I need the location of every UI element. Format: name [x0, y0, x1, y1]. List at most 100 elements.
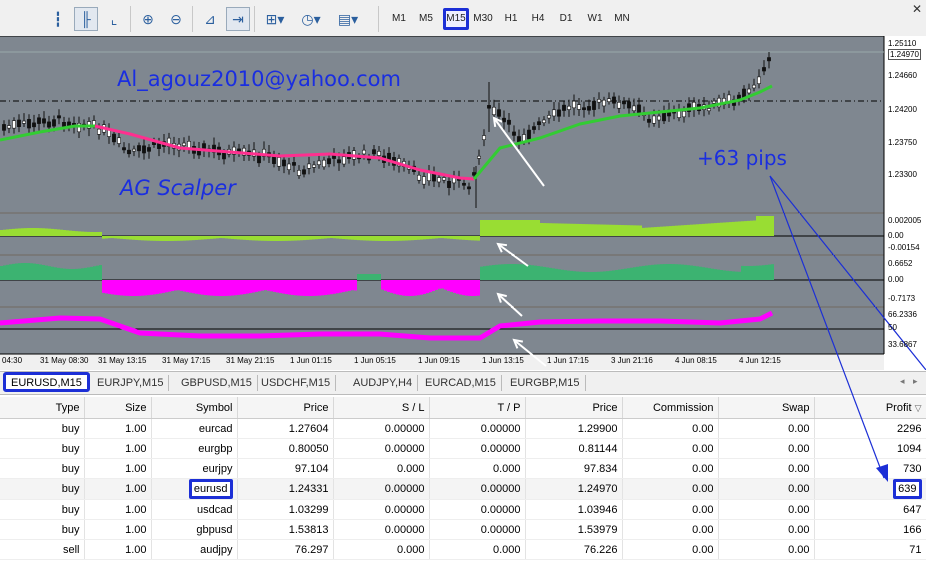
- col-header-price[interactable]: Price: [525, 397, 623, 419]
- candle-body: [512, 131, 516, 136]
- timeframe-w1[interactable]: W1: [582, 8, 608, 30]
- indicator1-bar: [597, 224, 600, 236]
- candlestick-icon[interactable]: ╟: [74, 7, 98, 31]
- cell-symbol: eurcad: [151, 418, 238, 439]
- indicator1-bar: [249, 236, 252, 241]
- cell-sl: 0.00000: [333, 499, 430, 520]
- col-header-swap[interactable]: Swap: [718, 397, 815, 419]
- candle-body: [272, 156, 276, 164]
- indicator2-bar: [18, 263, 21, 280]
- candle-body: [57, 115, 61, 119]
- indicator1-bar: [477, 236, 480, 241]
- chart-shift-icon[interactable]: ⇥: [226, 7, 250, 31]
- col-header-tp[interactable]: T / P: [429, 397, 526, 419]
- tab-eurjpy-m15[interactable]: EURJPY,M15: [92, 375, 170, 391]
- indicator2-label: -0.7173: [888, 294, 916, 303]
- indicator1-bar: [180, 236, 183, 241]
- indicator2-bar: [45, 265, 48, 280]
- col-header-size[interactable]: Size: [84, 397, 152, 419]
- col-header-sl[interactable]: S / L: [333, 397, 430, 419]
- bar-chart-icon[interactable]: ┇: [46, 7, 70, 31]
- timeframe-m30[interactable]: M30: [470, 8, 496, 30]
- time-axis-label: 31 May 08:30: [40, 356, 89, 365]
- table-row[interactable]: buy 1.00 eurgbp 0.80050 0.00000 0.00000 0.8114…: [0, 438, 926, 459]
- col-header-commission[interactable]: Commission: [622, 397, 719, 419]
- indicator2-bar: [21, 263, 24, 280]
- indicator1-bar: [90, 231, 93, 236]
- tab-eurusd-m15[interactable]: EURUSD,M15: [3, 372, 90, 392]
- indicator2-bar: [573, 271, 576, 280]
- table-row[interactable]: buy 1.00 usdcad 1.03299 0.00000 0.00000 1.0394…: [0, 499, 926, 520]
- timeframe-mn[interactable]: MN: [609, 8, 635, 30]
- timeframe-m5[interactable]: M5: [413, 8, 439, 30]
- candle-body: [302, 169, 306, 175]
- indicator1-bar: [600, 224, 603, 236]
- autoscroll-icon[interactable]: ⊿: [198, 7, 222, 31]
- tab-usdchf-m15[interactable]: USDCHF,M15: [256, 375, 337, 391]
- timeframe-h1[interactable]: H1: [498, 8, 524, 30]
- indicator2-bar: [228, 280, 231, 296]
- indicator1-bar: [252, 236, 255, 241]
- indicator1-bar: [486, 220, 489, 236]
- cell-price: 1.29900: [525, 418, 623, 439]
- tab-gbpusd-m15[interactable]: GBPUSD,M15: [176, 375, 258, 391]
- indicator2-bar: [252, 280, 255, 293]
- candle-body: [557, 109, 561, 117]
- candle-body: [282, 159, 286, 167]
- col-header-open-price[interactable]: Price: [237, 397, 334, 419]
- col-header-symbol[interactable]: Symbol: [151, 397, 238, 419]
- indicator1-bar: [201, 236, 204, 240]
- indicator1-bar: [444, 236, 447, 239]
- indicator2-bar: [528, 264, 531, 280]
- price-chart[interactable]: Al_agouz2010@yahoo.com AG Scalper +63 pi…: [0, 36, 926, 370]
- indicator1-bar: [480, 220, 483, 236]
- tab-eurgbp-m15[interactable]: EURGBP,M15: [505, 375, 586, 391]
- col-header-profit[interactable]: Profit ▽: [814, 397, 926, 419]
- templates-icon[interactable]: ▤▾: [332, 7, 364, 31]
- indicator1-bar: [618, 224, 621, 236]
- tab-audjpy-h4[interactable]: AUDJPY,H4: [348, 375, 419, 391]
- tab-prev-icon[interactable]: ◂: [900, 376, 905, 387]
- periodicity-icon[interactable]: ◷▾: [296, 7, 326, 31]
- table-row[interactable]: sell 1.00 audjpy 76.297 0.000 0.000 76.226 0.00…: [0, 539, 926, 560]
- indicator1-bar: [744, 221, 747, 236]
- table-row[interactable]: buy 1.00 eurcad 1.27604 0.00000 0.00000 1.2990…: [0, 418, 926, 439]
- candle-body: [607, 98, 611, 102]
- cell-size: 1.00: [84, 458, 152, 479]
- table-row[interactable]: buy 1.00 eurusd 1.24331 0.00000 0.00000 1.2497…: [0, 478, 926, 500]
- indicator2-bar: [402, 280, 405, 296]
- indicator2-bar: [210, 280, 213, 296]
- table-row[interactable]: buy 1.00 eurjpy 97.104 0.000 0.000 97.834 0.00 0…: [0, 458, 926, 479]
- indicator1-bar: [303, 236, 306, 241]
- zoom-in-icon[interactable]: ⊕: [136, 7, 160, 31]
- candle-body: [712, 100, 716, 104]
- indicator1-bar: [258, 236, 261, 241]
- indicator2-bar: [498, 264, 501, 280]
- indicator1-bar: [528, 220, 531, 236]
- indicator1-bar: [72, 230, 75, 236]
- indicator2-bar: [24, 263, 27, 280]
- zoom-out-icon[interactable]: ⊖: [164, 7, 188, 31]
- timeframe-m1[interactable]: M1: [386, 8, 412, 30]
- indicators-icon[interactable]: ⊞▾: [260, 7, 290, 31]
- indicator2-bar: [144, 280, 147, 296]
- close-icon[interactable]: ✕: [912, 2, 922, 16]
- table-row[interactable]: buy 1.00 gbpusd 1.53813 0.00000 0.00000 1.5397…: [0, 519, 926, 540]
- indicator2-bar: [582, 271, 585, 280]
- indicator1-bar: [51, 228, 54, 236]
- timeframe-d1[interactable]: D1: [553, 8, 579, 30]
- sort-icon: ▽: [914, 402, 922, 413]
- tab-eurcad-m15[interactable]: EURCAD,M15: [420, 375, 502, 391]
- highlighted-profit: 639: [893, 479, 922, 499]
- col-header-type[interactable]: Type: [0, 397, 85, 419]
- tab-next-icon[interactable]: ▸: [913, 376, 918, 387]
- timeframe-h4[interactable]: H4: [525, 8, 551, 30]
- line-chart-icon[interactable]: ⌞: [102, 7, 126, 31]
- indicator1-bar: [750, 220, 753, 236]
- indicator2-bar: [174, 280, 177, 291]
- indicator2-bar: [459, 280, 462, 295]
- indicator2-bar: [591, 271, 594, 280]
- indicator1-bar: [504, 220, 507, 236]
- timeframe-m15[interactable]: M15: [443, 8, 469, 30]
- indicator2-bar: [96, 265, 99, 280]
